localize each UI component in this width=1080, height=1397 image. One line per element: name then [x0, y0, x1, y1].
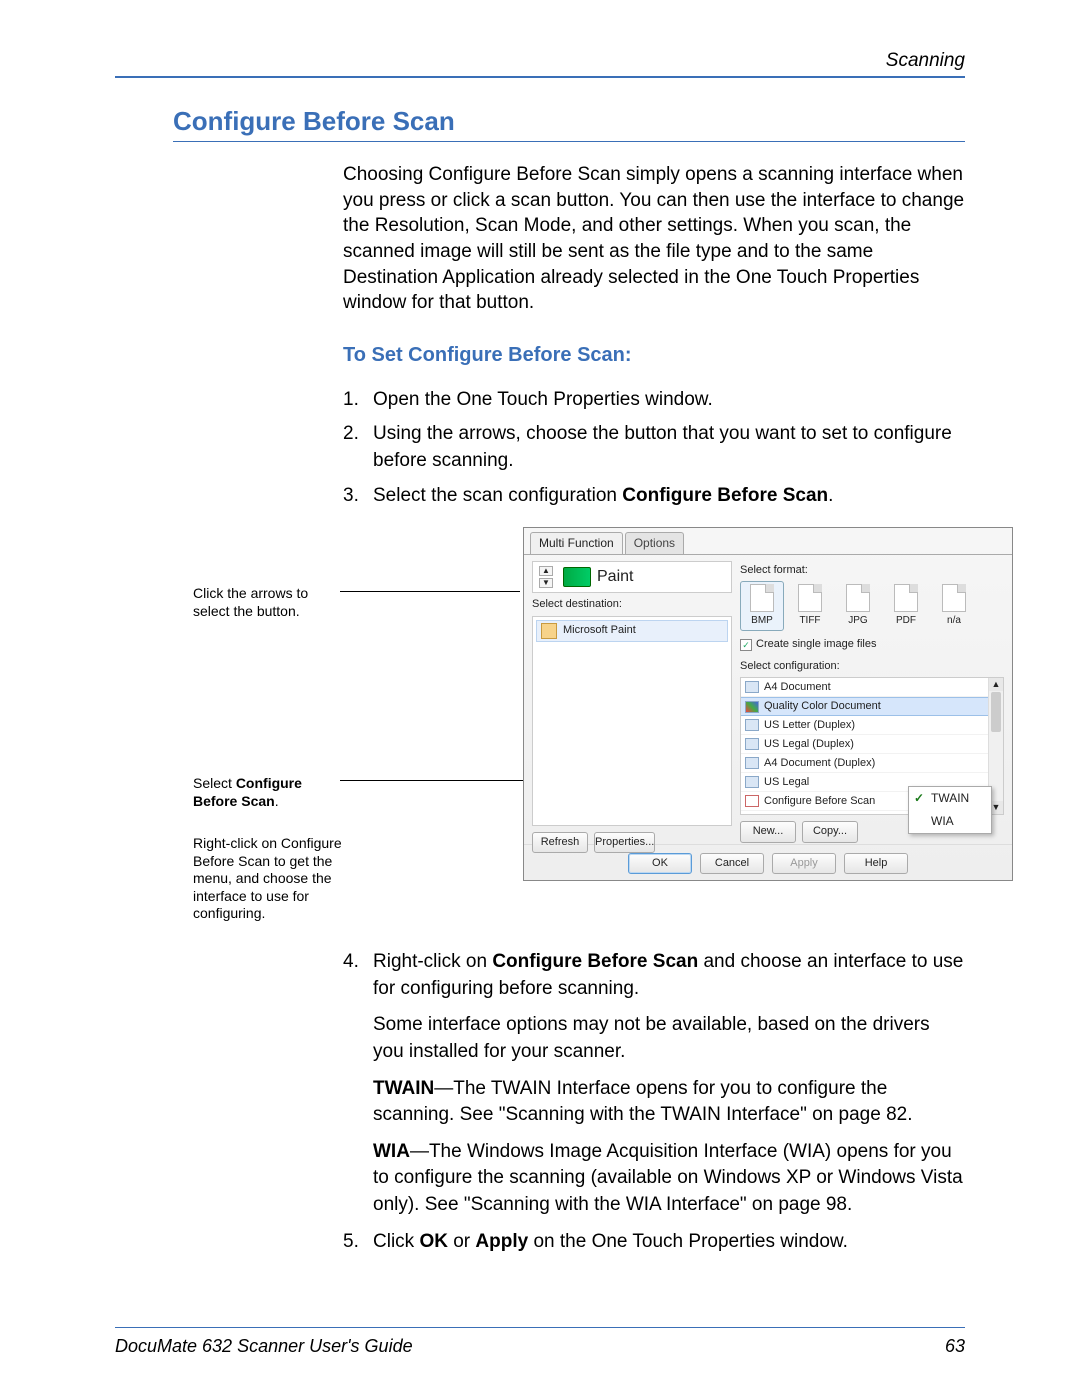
fmt-label: BMP — [751, 615, 773, 626]
footer-page: 63 — [945, 1336, 965, 1357]
arrow-up-button[interactable]: ▲ — [539, 566, 553, 576]
header-rule — [115, 76, 965, 78]
cfg-us-legal-duplex[interactable]: US Legal (Duplex) — [741, 735, 1003, 754]
context-menu: ✓ TWAIN WIA — [908, 786, 992, 834]
cancel-button[interactable]: Cancel — [700, 853, 764, 874]
tab-options[interactable]: Options — [625, 532, 684, 554]
apply-button[interactable]: Apply — [772, 853, 836, 874]
step-4: Right-click on Configure Before Scan and… — [343, 949, 965, 1218]
scroll-thumb[interactable] — [991, 692, 1001, 732]
arrow-down-button[interactable]: ▼ — [539, 578, 553, 588]
step-4-wia: WIA—The Windows Image Acquisition Interf… — [373, 1139, 965, 1219]
single-image-checkbox[interactable]: ✓ — [740, 639, 752, 651]
ctx-label: WIA — [931, 814, 954, 828]
format-tiff[interactable]: TIFF — [788, 581, 832, 631]
step-1: Open the One Touch Properties window. — [343, 387, 965, 414]
wia-bold: WIA — [373, 1141, 410, 1162]
select-format-label: Select format: — [740, 563, 1004, 578]
cfg-us-letter-duplex[interactable]: US Letter (Duplex) — [741, 716, 1003, 735]
select-destination-label: Select destination: — [532, 597, 732, 612]
cfg-label: Configure Before Scan — [764, 794, 875, 809]
cfg-a4-duplex[interactable]: A4 Document (Duplex) — [741, 754, 1003, 773]
format-row: BMP TIFF JPG PDF n/a — [740, 581, 1004, 631]
step-4-twain: TWAIN—The TWAIN Interface opens for you … — [373, 1076, 965, 1129]
copy-button[interactable]: Copy... — [802, 821, 858, 842]
step-3-post: . — [828, 485, 833, 506]
paint-label: Paint — [597, 566, 633, 588]
single-image-label: Create single image files — [756, 637, 876, 652]
intro-paragraph: Choosing Configure Before Scan simply op… — [343, 162, 965, 316]
callout-2a: Select — [193, 775, 236, 791]
step-2: Using the arrows, choose the button that… — [343, 421, 965, 474]
paint-icon — [563, 567, 591, 587]
ctx-label: TWAIN — [931, 791, 969, 805]
format-bmp[interactable]: BMP — [740, 581, 784, 631]
title-rule — [173, 141, 965, 142]
cfg-label: US Letter (Duplex) — [764, 718, 855, 733]
step-4-sub1: Some interface options may not be availa… — [373, 1012, 965, 1065]
destination-list[interactable]: Microsoft Paint — [532, 616, 732, 826]
twain-bold: TWAIN — [373, 1078, 434, 1099]
destination-item-label: Microsoft Paint — [563, 623, 636, 638]
fmt-label: TIFF — [799, 615, 820, 626]
callout-line-1 — [340, 591, 520, 592]
cfg-label: US Legal — [764, 775, 809, 790]
step-5: Click OK or Apply on the One Touch Prope… — [343, 1229, 965, 1256]
format-pdf[interactable]: PDF — [884, 581, 928, 631]
step-3-bold: Configure Before Scan — [622, 485, 828, 506]
figure: Click the arrows to select the button. S… — [368, 527, 965, 927]
cfg-label: A4 Document (Duplex) — [764, 756, 875, 771]
tab-multifunction[interactable]: Multi Function — [530, 532, 623, 554]
step-3: Select the scan configuration Configure … — [343, 483, 965, 928]
fmt-label: PDF — [896, 615, 916, 626]
help-button[interactable]: Help — [844, 853, 908, 874]
checkmark-icon: ✓ — [914, 790, 924, 807]
step-4-bold: Configure Before Scan — [492, 951, 698, 972]
format-na[interactable]: n/a — [932, 581, 976, 631]
format-jpg[interactable]: JPG — [836, 581, 880, 631]
cfg-label: Quality Color Document — [764, 699, 881, 714]
callout-arrows: Click the arrows to select the button. — [193, 585, 343, 620]
callout-rightclick: Right-click on Configure Before Scan to … — [193, 835, 358, 923]
destination-item[interactable]: Microsoft Paint — [536, 620, 728, 642]
s5-apply: Apply — [475, 1231, 528, 1252]
s5-post: on the One Touch Properties window. — [528, 1231, 848, 1252]
s5-pre: Click — [373, 1231, 419, 1252]
destination-header: ▲ ▼ Paint — [532, 561, 732, 593]
fmt-label: JPG — [848, 615, 867, 626]
step-4-pre: Right-click on — [373, 951, 492, 972]
header-section: Scanning — [115, 50, 965, 76]
scroll-up-icon[interactable]: ▲ — [989, 678, 1003, 691]
cfg-label: US Legal (Duplex) — [764, 737, 854, 752]
new-button[interactable]: New... — [740, 821, 796, 842]
s5-mid: or — [448, 1231, 475, 1252]
twain-rest: —The TWAIN Interface opens for you to co… — [373, 1078, 912, 1126]
page-title: Configure Before Scan — [173, 106, 965, 137]
subheading: To Set Configure Before Scan: — [343, 342, 965, 369]
footer-title: DocuMate 632 Scanner User's Guide — [115, 1336, 413, 1357]
select-config-label: Select configuration: — [740, 659, 1004, 674]
step-3-pre: Select the scan configuration — [373, 485, 622, 506]
cfg-a4[interactable]: A4 Document — [741, 678, 1003, 697]
callout-select-cbs: Select Configure Before Scan. — [193, 775, 343, 810]
refresh-button[interactable]: Refresh — [532, 832, 588, 853]
s5-ok: OK — [419, 1231, 448, 1252]
ctx-twain[interactable]: ✓ TWAIN — [909, 787, 991, 810]
ok-button[interactable]: OK — [628, 853, 692, 874]
ctx-wia[interactable]: WIA — [909, 810, 991, 833]
wia-rest: —The Windows Image Acquisition Interface… — [373, 1141, 963, 1215]
fmt-label: n/a — [947, 615, 961, 626]
onetouch-dialog: Multi Function Options ▲ ▼ — [523, 527, 1013, 881]
callout-2c: . — [275, 793, 279, 809]
properties-button[interactable]: Properties... — [594, 832, 655, 853]
paint-app-icon — [541, 623, 557, 639]
cfg-quality-color[interactable]: Quality Color Document — [741, 697, 1003, 716]
cfg-label: A4 Document — [764, 680, 831, 695]
